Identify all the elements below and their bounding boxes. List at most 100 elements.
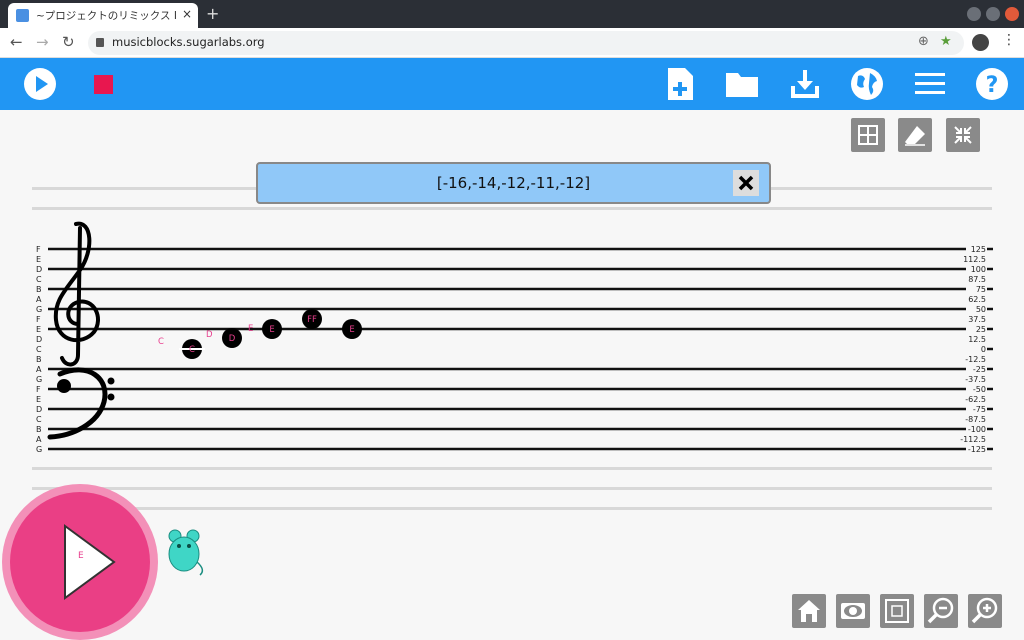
home-button[interactable] [792,594,826,628]
window-minimize-button[interactable] [967,7,981,21]
svg-text:?: ? [986,73,999,98]
stop-button[interactable] [85,66,121,102]
new-tab-button[interactable]: + [206,4,219,23]
browser-tab[interactable]: ~プロジェクトのリミックス Inte × [8,3,198,28]
value-label: -62.5 [965,395,986,404]
music-canvas[interactable]: [-16,-14,-12,-11,-12] FEDCBAGFEDCBAGFEDC… [0,110,1024,640]
note-label: E [269,325,274,335]
value-label: 37.5 [968,315,986,324]
pitch-label: A [36,435,42,444]
value-label: -25 [973,365,986,374]
language-button[interactable] [849,66,885,102]
main-menu-button[interactable] [912,66,948,102]
play-button[interactable] [22,66,58,102]
forward-arrow-icon[interactable]: → [36,33,49,51]
browser-menu-icon[interactable]: ⋮ [1002,32,1016,48]
tab-title: ~プロジェクトのリミックス Inte [36,10,176,22]
pitch-label: G [36,445,42,454]
value-label: -50 [973,385,986,394]
new-project-button[interactable] [662,66,698,102]
pitch-label: D [36,405,42,414]
help-icon: ? [976,68,1008,100]
note-label: D [229,334,236,344]
hamburger-icon [915,73,945,94]
zoom-in-icon [971,597,998,624]
pitch-label: B [36,425,42,434]
zoom-icon[interactable]: ⊕ [918,34,929,49]
url-bar[interactable]: musicblocks.sugarlabs.org ⊕ ★ [88,31,964,55]
pitch-label: G [36,305,42,314]
open-project-button[interactable] [724,66,760,102]
window-maximize-button[interactable] [986,7,1000,21]
pitch-label: F [36,315,41,324]
globe-icon [851,68,883,100]
value-label: 75 [976,285,986,294]
big-play-button[interactable] [2,484,158,640]
zoom-out-button[interactable] [924,594,958,628]
value-label: -12.5 [965,355,986,364]
pitch-label: C [36,345,42,354]
pitch-label: E [36,325,41,334]
home-icon [798,600,820,622]
value-label: 62.5 [968,295,986,304]
pitch-label: E [36,255,41,264]
value-label: 0 [981,345,986,354]
zoom-in-button[interactable] [968,594,1002,628]
big-play-label: E [78,551,84,561]
pitch-label: D [36,335,42,344]
back-arrow-icon[interactable]: ← [10,33,23,51]
new-file-icon [668,68,693,100]
pitch-label: D [36,265,42,274]
profile-avatar-icon[interactable] [972,34,989,51]
zoom-out-icon [927,597,954,624]
pitch-label: B [36,285,42,294]
pitch-label: G [36,375,42,384]
value-label: 12.5 [968,335,986,344]
note-pitch-label: D [206,330,213,340]
pitch-label: B [36,355,42,364]
show-blocks-button[interactable] [836,594,870,628]
browser-tabstrip: ~プロジェクトのリミックス Inte × + [0,0,1024,28]
value-label: -100 [968,425,986,434]
save-project-button[interactable] [787,66,823,102]
value-label: -112.5 [960,435,986,444]
note-label: FF [307,315,317,325]
screen: ~プロジェクトのリミックス Inte × + ← → ↻ musicblocks… [0,0,1024,640]
treble-clef-icon [53,221,100,367]
pitch-label: A [36,295,42,304]
app-toolbar: ? [0,58,1024,110]
pitch-label: C [36,415,42,424]
pitch-label: A [36,365,42,374]
value-label: 112.5 [963,255,986,264]
bass-clef-icon [47,367,115,440]
pitch-label: E [36,395,41,404]
window-close-button[interactable] [1005,7,1019,21]
reload-icon[interactable]: ↻ [62,33,75,51]
value-label: 50 [976,305,986,314]
value-label: 25 [976,325,986,334]
value-label: 100 [971,265,986,274]
value-label: -87.5 [965,415,986,424]
mouse-turtle-icon[interactable] [166,528,206,576]
url-text: musicblocks.sugarlabs.org [112,35,265,49]
value-label: -125 [968,445,986,454]
tab-close-button[interactable]: × [182,7,192,21]
value-label: -37.5 [965,375,986,384]
download-icon [791,70,819,98]
bookmark-star-icon[interactable]: ★ [940,34,952,49]
expand-collapse-button[interactable] [880,594,914,628]
pitch-label: F [36,385,41,394]
pitch-label: C [36,275,42,284]
note-pitch-label: E [248,324,253,334]
value-label: -75 [973,405,986,414]
favicon-icon [16,9,29,22]
fit-blocks-icon [885,599,909,623]
eye-icon [841,603,865,619]
note-label: E [349,325,354,335]
folder-icon [726,73,758,97]
note-label: C [189,345,195,355]
help-button[interactable]: ? [974,66,1010,102]
pitch-label: F [36,245,41,254]
play-icon [24,68,56,100]
browser-addressbar: ← → ↻ musicblocks.sugarlabs.org ⊕ ★ ⋮ [0,28,1024,58]
